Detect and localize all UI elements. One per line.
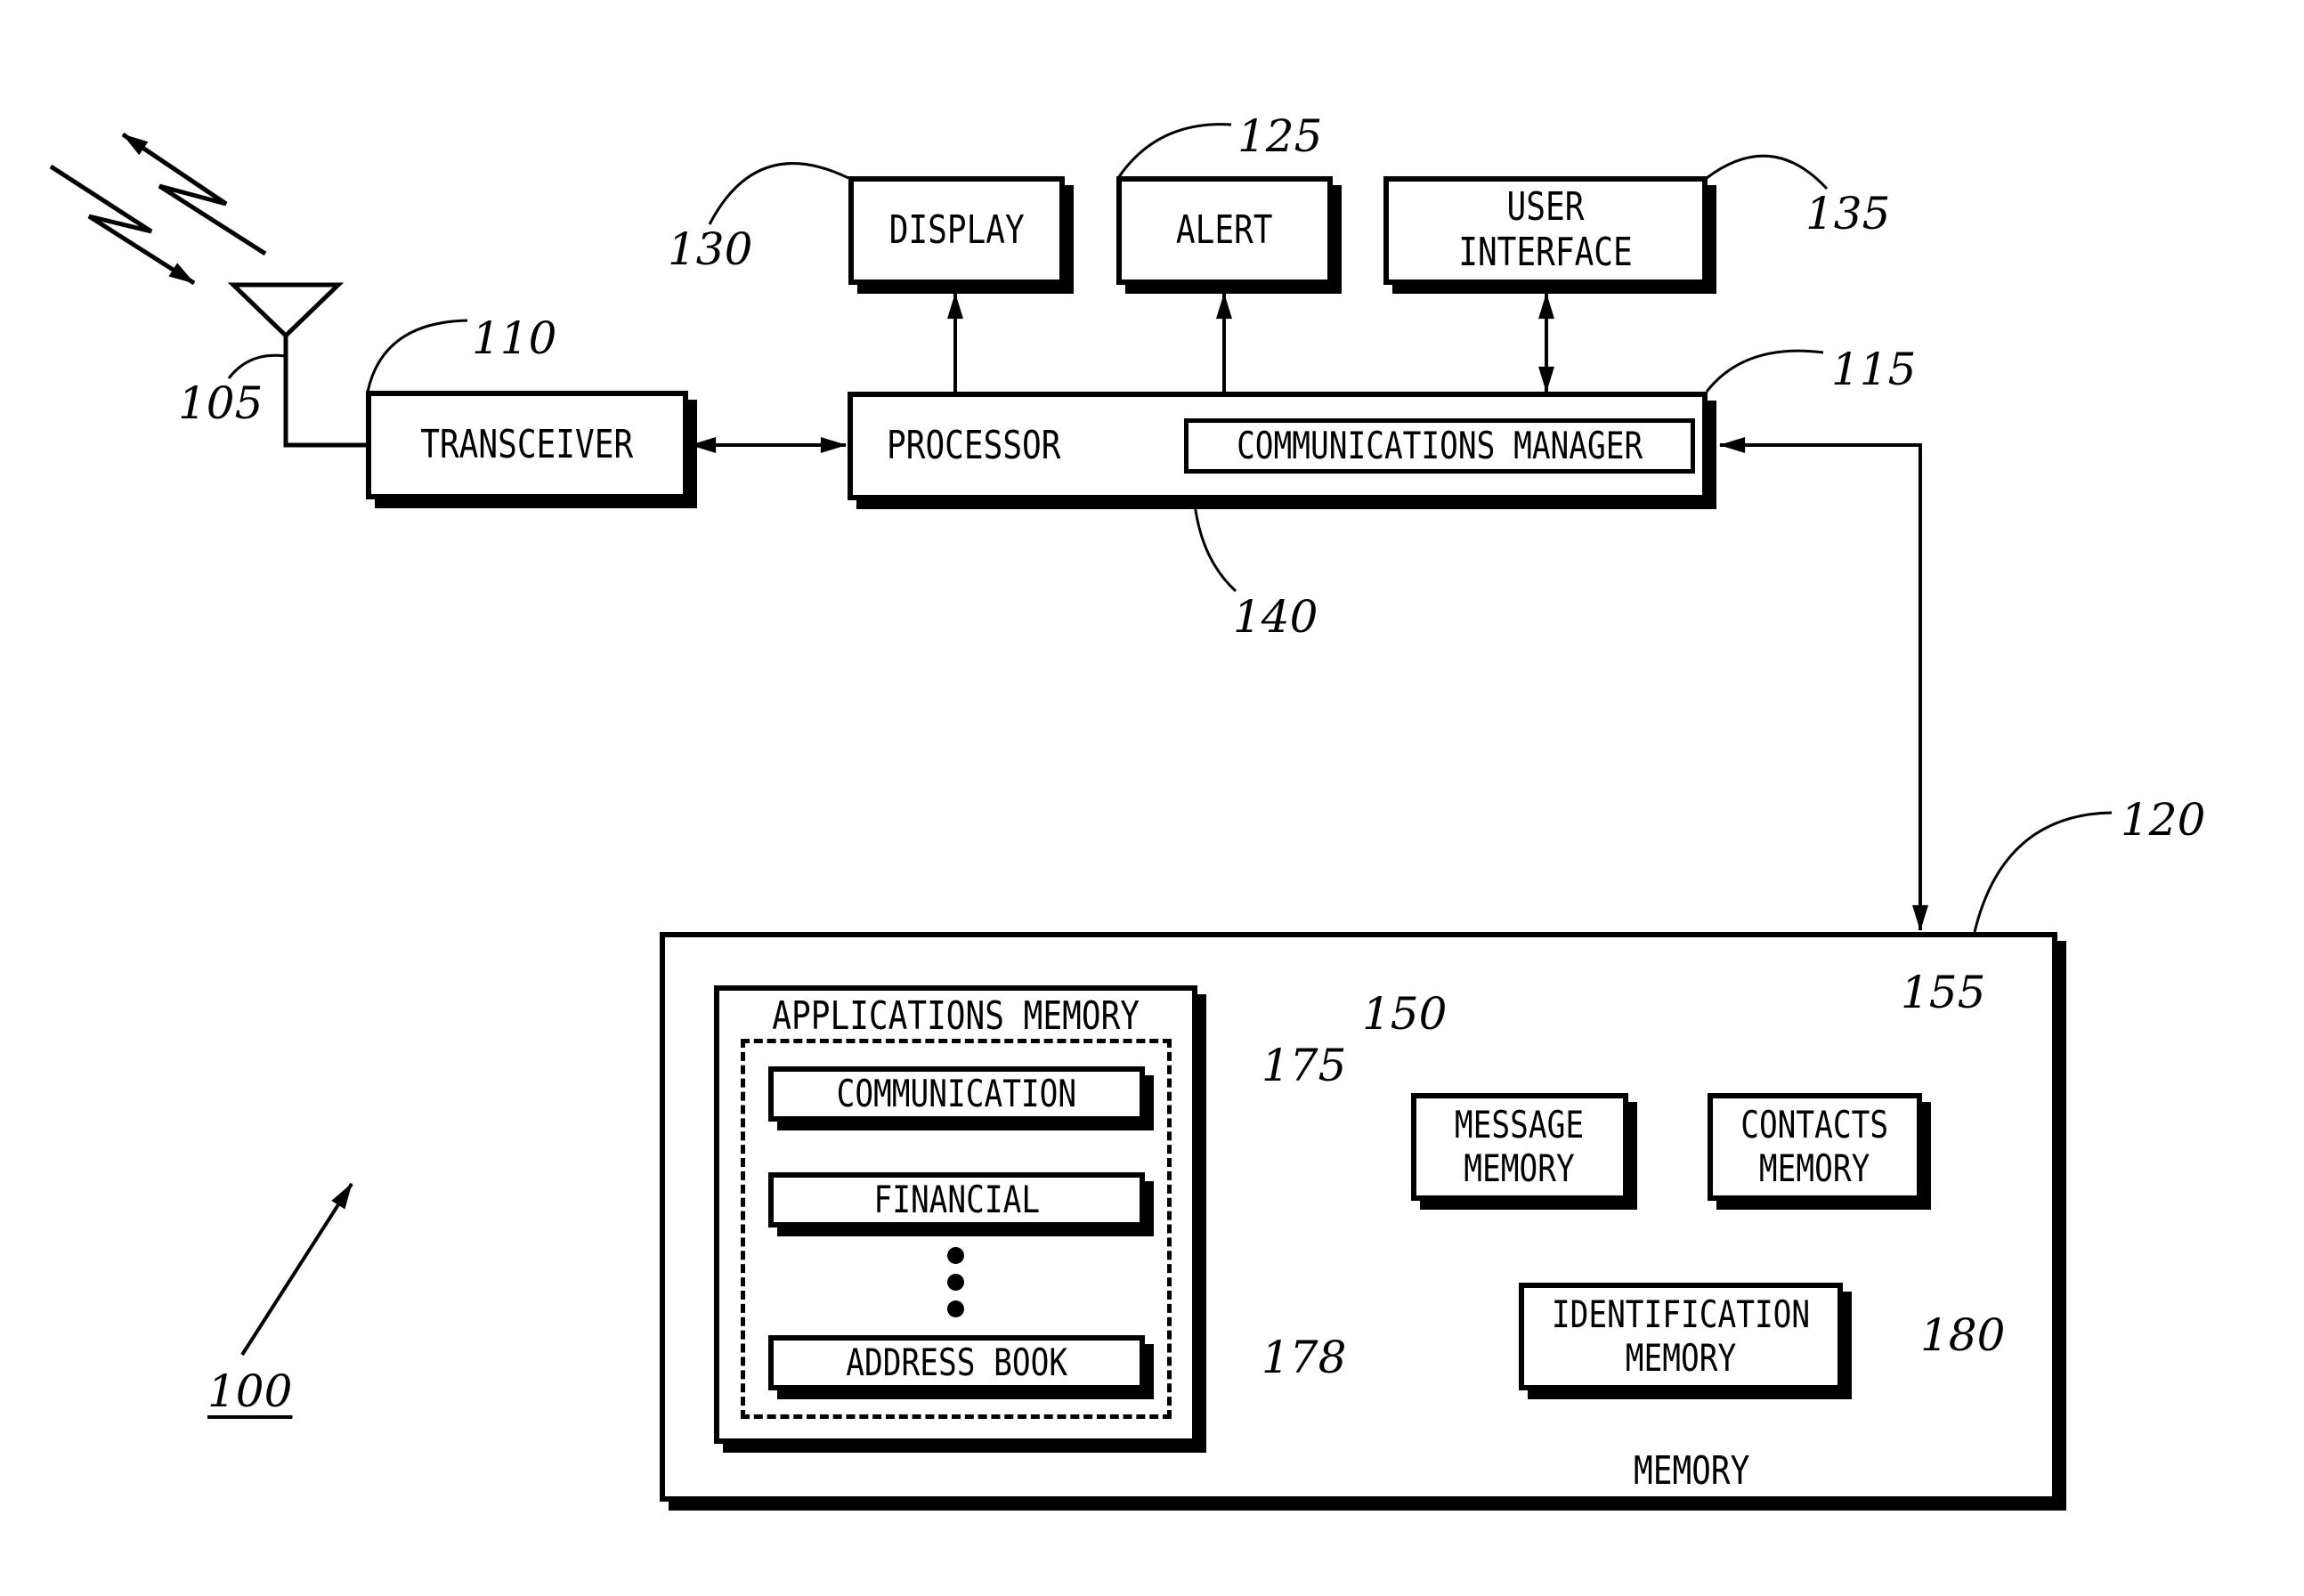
leader-115: [1705, 349, 1824, 393]
identification-memory-block: IDENTIFICATION MEMORY: [1519, 1283, 1843, 1390]
message-memory-label: MESSAGE MEMORY: [1455, 1103, 1585, 1190]
leader-120: [1973, 811, 2113, 933]
user-interface-label: USER INTERFACE: [1458, 184, 1633, 275]
application-label: COMMUNICATION: [836, 1071, 1077, 1115]
figure-pointer: [240, 1182, 353, 1357]
applications-memory-label: APPLICATIONS MEMORY: [772, 993, 1140, 1039]
ellipsis-dot: [947, 1247, 964, 1264]
communications-manager-block: COMMUNICATIONS MANAGER: [1184, 418, 1695, 474]
leader-105: [227, 353, 286, 379]
block-diagram: DISPLAY ALERT USER INTERFACE TRANSCEIVER…: [0, 0, 2304, 1596]
wireless-signal-icon: [49, 132, 267, 286]
ref-120: 120: [2121, 794, 2206, 846]
ref-178: 178: [1262, 1332, 1347, 1383]
figure-reference-100: 100: [207, 1365, 293, 1417]
display-block: DISPLAY: [848, 176, 1065, 285]
ellipsis-dot: [947, 1300, 964, 1317]
application-communication: COMMUNICATION: [768, 1066, 1145, 1122]
alert-block: ALERT: [1116, 176, 1333, 285]
communications-manager-label: COMMUNICATIONS MANAGER: [1236, 423, 1643, 467]
leader-110: [366, 319, 468, 393]
contacts-memory-block: CONTACTS MEMORY: [1708, 1093, 1922, 1201]
ellipsis-dot: [947, 1274, 964, 1291]
processor-memory-link: [1718, 437, 1928, 932]
ref-175: 175: [1262, 1040, 1347, 1091]
ref-130: 130: [668, 223, 753, 275]
application-financial: FINANCIAL: [768, 1172, 1145, 1227]
application-label: FINANCIAL: [873, 1177, 1040, 1221]
ref-155: 155: [1901, 967, 1986, 1018]
user-interface-block: USER INTERFACE: [1383, 176, 1708, 285]
ref-105: 105: [178, 377, 264, 429]
leader-125: [1116, 123, 1232, 179]
identification-memory-label: IDENTIFICATION MEMORY: [1551, 1292, 1811, 1380]
ref-110: 110: [472, 312, 557, 364]
ref-135: 135: [1805, 188, 1891, 239]
message-memory-block: MESSAGE MEMORY: [1411, 1093, 1628, 1201]
application-label: ADDRESS BOOK: [846, 1340, 1067, 1384]
incoming-signal-bolt: [49, 164, 196, 286]
alert-label: ALERT: [1176, 207, 1273, 253]
ref-115: 115: [1831, 344, 1917, 395]
ref-140: 140: [1233, 591, 1318, 643]
display-label: DISPLAY: [888, 207, 1025, 253]
leader-130: [708, 162, 849, 225]
processor-label: PROCESSOR: [887, 422, 1061, 468]
ref-180: 180: [1920, 1309, 2006, 1361]
transceiver-block: TRANSCEIVER: [366, 391, 688, 499]
application-address-book: ADDRESS BOOK: [768, 1335, 1145, 1390]
ref-125: 125: [1237, 110, 1323, 162]
contacts-memory-label: CONTACTS MEMORY: [1740, 1103, 1889, 1190]
memory-label: MEMORY: [1634, 1448, 1750, 1494]
transceiver-label: TRANSCEIVER: [420, 421, 634, 467]
outgoing-signal-bolt: [121, 132, 267, 256]
leader-135: [1706, 154, 1829, 190]
ref-150: 150: [1362, 988, 1448, 1040]
